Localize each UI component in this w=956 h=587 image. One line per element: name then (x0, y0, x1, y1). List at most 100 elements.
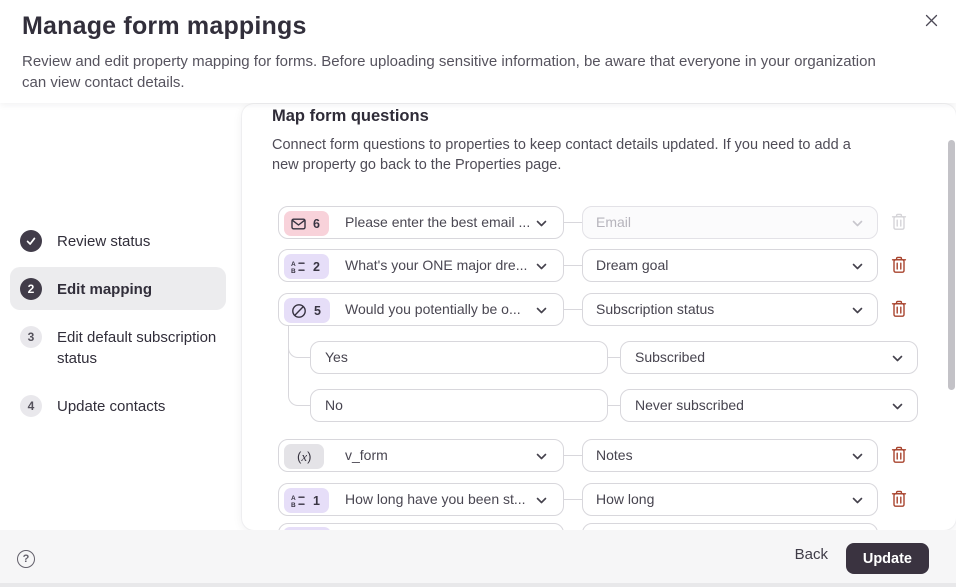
close-button[interactable] (920, 11, 942, 33)
sidebar-step-edit-default-subscription[interactable]: 3 Edit default subscription status (20, 326, 229, 369)
badge-count: 5 (314, 303, 321, 318)
chevron-down-icon (892, 355, 903, 362)
step-label: Review status (57, 233, 151, 250)
step-number-circle: 4 (20, 395, 42, 417)
property-label: Subscription status (596, 301, 715, 317)
trash-icon (891, 490, 907, 507)
chevron-down-icon (852, 263, 863, 270)
property-dropdown[interactable]: Subscription status (582, 293, 878, 326)
answer-mapping-row-no: No Never subscribed (242, 389, 956, 422)
chevron-down-icon (536, 453, 547, 460)
list-icon: A B (291, 495, 305, 508)
question-dropdown[interactable]: 6 Please enter the best email ... (278, 206, 564, 239)
delete-row-button[interactable] (890, 446, 908, 466)
question-label: Would you potentially be o... (345, 301, 521, 317)
property-label: Email (596, 214, 632, 230)
trash-icon (891, 213, 907, 230)
status-label: Never subscribed (635, 397, 744, 413)
svg-text:A: A (291, 495, 296, 502)
chevron-down-icon (852, 307, 863, 314)
connector-line (564, 455, 582, 456)
connector-line (564, 309, 582, 310)
check-icon (26, 237, 36, 245)
property-label: How long (596, 491, 655, 507)
chevron-down-icon (892, 403, 903, 410)
vertical-scrollbar[interactable] (948, 140, 955, 390)
answer-label: Yes (325, 349, 348, 365)
property-dropdown[interactable]: Dream goal (582, 249, 878, 282)
status-label: Subscribed (635, 349, 706, 365)
question-type-badge: 5 (284, 298, 330, 323)
trash-icon (891, 300, 907, 317)
mapping-row-subscription-status: 5 Would you potentially be o... Subscrip… (242, 293, 956, 326)
connector-line (564, 265, 582, 266)
property-dropdown[interactable]: Notes (582, 439, 878, 472)
back-button[interactable]: Back (795, 546, 828, 563)
question-label: v_form (345, 447, 388, 463)
property-dropdown[interactable]: Email (582, 206, 878, 239)
window-bottom-edge (0, 583, 956, 587)
modal-footer: ? Back Update (0, 530, 956, 583)
modal-description: Review and edit property mapping for for… (22, 53, 876, 91)
question-dropdown[interactable]: A B 1 How long have you been st... (278, 483, 564, 516)
mapping-row-how-long: A B 1 How long have you been st... How l… (242, 483, 956, 516)
map-form-questions-panel: Map form questions Connect form question… (242, 104, 956, 530)
sidebar-step-edit-mapping[interactable]: 2 Edit mapping (20, 278, 229, 300)
manage-form-mappings-modal: Manage form mappings Review and edit pro… (0, 0, 956, 587)
connector-line (564, 222, 582, 223)
property-dropdown[interactable] (582, 523, 878, 530)
connector-line (608, 405, 620, 406)
chevron-down-icon (852, 497, 863, 504)
connector-line (608, 357, 620, 358)
step-number: 3 (27, 330, 35, 344)
sidebar-step-update-contacts[interactable]: 4 Update contacts (20, 395, 229, 417)
question-dropdown[interactable]: (x) v_form (278, 439, 564, 472)
envelope-icon (291, 218, 306, 230)
mapping-row-partial (242, 523, 956, 530)
step-complete-circle (20, 230, 42, 252)
answer-value-box[interactable]: Yes (310, 341, 608, 374)
step-label: Edit default subscription status (57, 329, 217, 367)
delete-row-button[interactable] (890, 490, 908, 510)
property-label: Notes (596, 447, 633, 463)
question-dropdown[interactable]: 5 Would you potentially be o... (278, 293, 564, 326)
property-dropdown[interactable]: How long (582, 483, 878, 516)
update-button[interactable]: Update (845, 543, 929, 574)
list-icon: A B (291, 261, 305, 274)
modal-header: Manage form mappings Review and edit pro… (0, 0, 956, 103)
question-type-badge: A B 1 (284, 488, 329, 513)
delete-row-button[interactable] (890, 213, 908, 233)
status-dropdown[interactable]: Subscribed (620, 341, 918, 374)
step-label: Update contacts (57, 398, 166, 415)
trash-icon (891, 256, 907, 273)
badge-count: 1 (313, 493, 320, 508)
delete-row-button[interactable] (890, 256, 908, 276)
step-number: 2 (27, 282, 35, 296)
trash-icon (891, 446, 907, 463)
question-type-badge: A B 2 (284, 254, 329, 279)
question-dropdown[interactable]: A B 2 What's your ONE major dre... (278, 249, 564, 282)
badge-count: 6 (313, 216, 320, 231)
close-icon (925, 14, 937, 27)
question-label: Please enter the best email ... (345, 214, 531, 230)
variable-icon: (x) (297, 448, 312, 464)
chevron-down-icon (536, 220, 547, 227)
question-type-badge: 6 (284, 211, 329, 236)
question-label: What's your ONE major dre... (345, 257, 528, 273)
badge-count: 2 (313, 259, 320, 274)
blocked-icon (292, 303, 306, 318)
chevron-down-icon (852, 453, 863, 460)
mapping-row-v-form: (x) v_form Notes (242, 439, 956, 472)
sidebar-step-review-status[interactable]: Review status (20, 230, 229, 252)
step-number-circle: 3 (20, 326, 42, 348)
question-label: How long have you been st... (345, 491, 526, 507)
svg-text:B: B (291, 502, 296, 508)
svg-text:A: A (291, 261, 296, 268)
delete-row-button[interactable] (890, 300, 908, 320)
step-number: 4 (27, 399, 35, 413)
answer-value-box[interactable]: No (310, 389, 608, 422)
help-button[interactable]: ? (17, 550, 35, 568)
chevron-down-icon (536, 497, 547, 504)
status-dropdown[interactable]: Never subscribed (620, 389, 918, 422)
step-number-circle: 2 (20, 278, 42, 300)
